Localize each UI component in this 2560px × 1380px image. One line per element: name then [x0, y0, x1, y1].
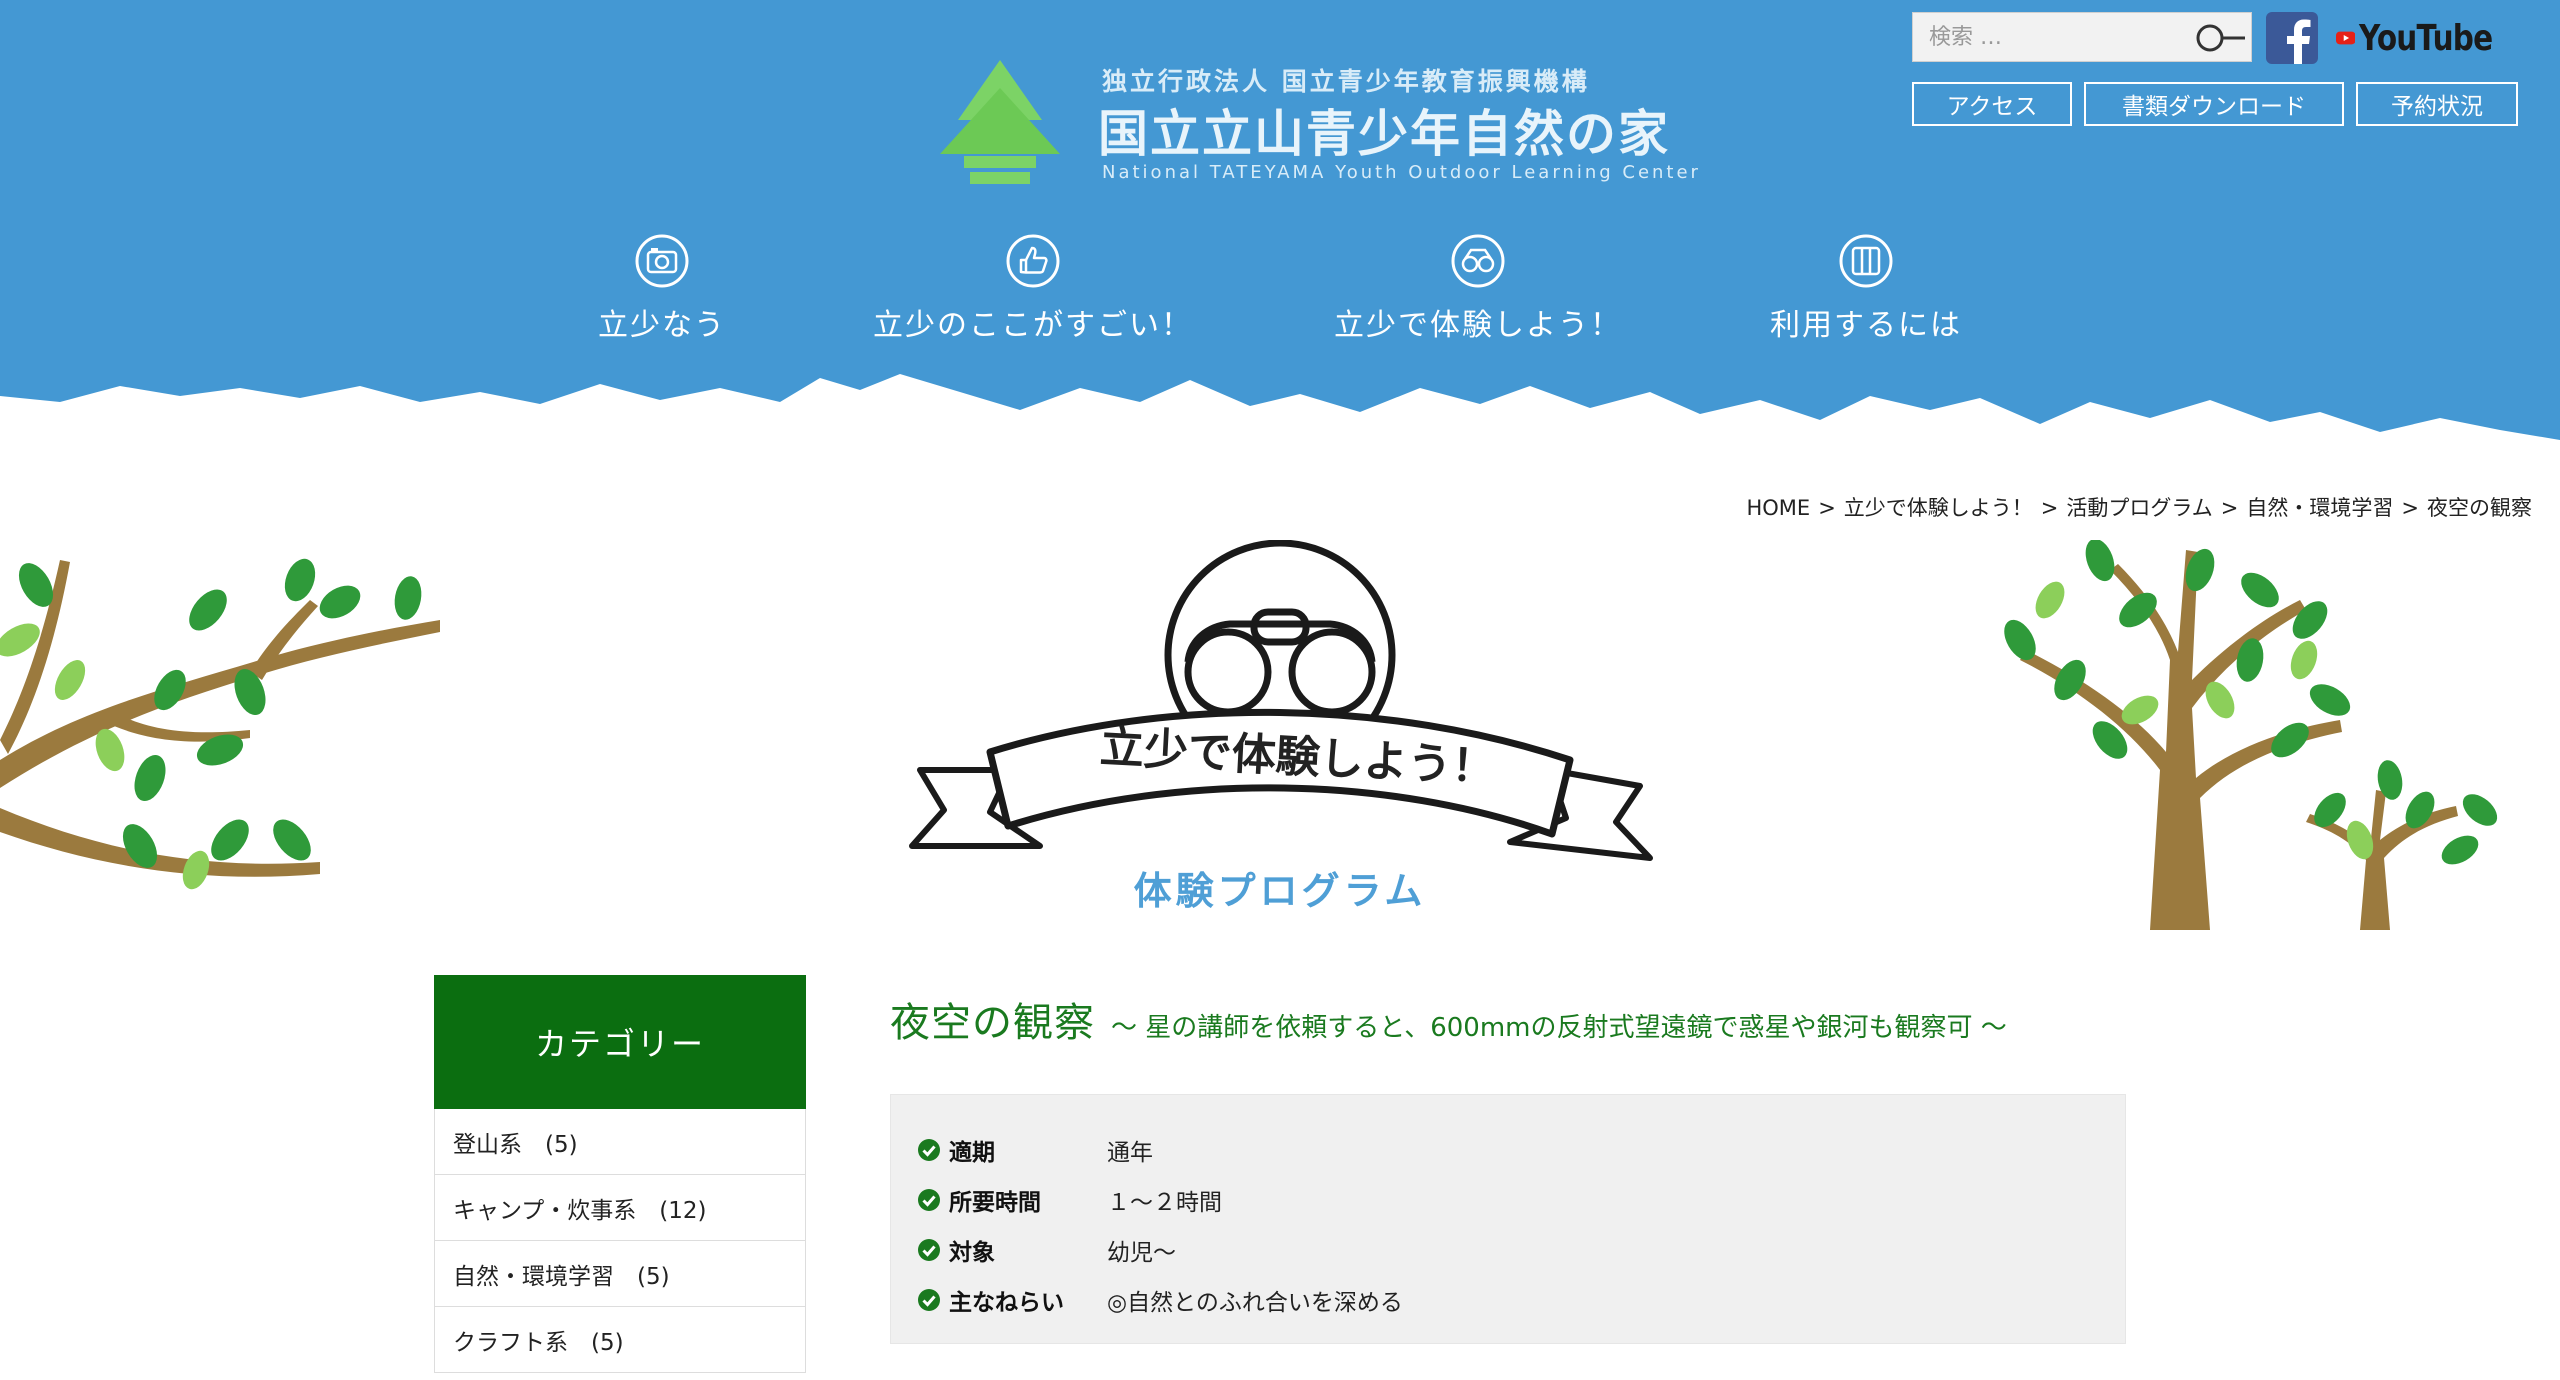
info-row-target: 対象 幼児～ [917, 1225, 2125, 1275]
camera-icon [635, 234, 689, 288]
logo-site-name: 国立立山青少年自然の家 [1098, 105, 1670, 163]
nav-item-experience[interactable]: 立少で体験しよう！ [1332, 234, 1624, 344]
reservation-status-button[interactable]: 予約状況 [2356, 82, 2518, 126]
program-info-box: 適期 通年 所要時間 １～２時間 対象 幼児～ 主なねらい ◎自然とのふれ合いを… [890, 1094, 2126, 1344]
info-value: ◎自然とのふれ合いを深める [1107, 1290, 1403, 1316]
nav-label: 立少で体験しよう！ [1334, 308, 1622, 343]
facebook-icon[interactable] [2266, 12, 2318, 64]
hero-subtitle: 体験プログラム [1133, 869, 1427, 913]
check-circle-icon [918, 1289, 940, 1311]
breadcrumb-activity-program[interactable]: 活動プログラム [2066, 496, 2212, 520]
info-row-aim: 主なねらい ◎自然とのふれ合いを深める [917, 1275, 2125, 1325]
thumbs-up-icon [1006, 234, 1060, 288]
search-box [1912, 12, 2252, 62]
category-item-camping-cooking[interactable]: キャンプ・炊事系 (12) [434, 1175, 806, 1241]
category-item-nature-learning[interactable]: 自然・環境学習 (5) [434, 1241, 806, 1307]
info-label: 対象 [949, 1240, 995, 1266]
category-title: カテゴリー [434, 975, 806, 1109]
category-sidebar: カテゴリー 登山系 (5) キャンプ・炊事系 (12) 自然・環境学習 (5) … [434, 975, 806, 1373]
nav-label: 立少なう [598, 308, 726, 343]
search-icon[interactable] [2191, 19, 2249, 57]
breadcrumb-experience[interactable]: 立少で体験しよう！ [1844, 496, 2033, 520]
access-button[interactable]: アクセス [1912, 82, 2072, 126]
breadcrumb-nature-learning[interactable]: 自然・環境学習 [2246, 496, 2393, 520]
check-circle-icon [918, 1189, 940, 1211]
breadcrumb-current: 夜空の観察 [2427, 496, 2532, 520]
program-title: 夜空の観察 [890, 1000, 1095, 1046]
info-label: 適期 [949, 1140, 995, 1166]
nav-item-great-points[interactable]: 立少のここがすごい！ [873, 234, 1193, 344]
info-icon [1839, 234, 1893, 288]
hero-badge: 立少で体験しよう！ [890, 539, 1670, 870]
info-label: 主なねらい [949, 1290, 1064, 1316]
youtube-label: YouTube [2359, 17, 2493, 59]
search-input[interactable] [1913, 24, 2183, 50]
logo-english-name: National TATEYAMA Youth Outdoor Learning… [1102, 162, 1701, 183]
site-logo[interactable]: 独立行政法人 国立青少年教育振興機構 国立立山青少年自然の家 National … [930, 50, 1698, 200]
breadcrumb-separator: > [2220, 496, 2239, 520]
binoculars-icon [1451, 234, 1505, 288]
nav-item-how-to-use[interactable]: 利用するには [1768, 234, 1964, 344]
breadcrumb-separator: > [2040, 496, 2059, 520]
info-label: 所要時間 [949, 1190, 1041, 1216]
youtube-icon [2336, 31, 2356, 45]
nav-label: 利用するには [1770, 308, 1962, 343]
breadcrumb-home[interactable]: HOME [1746, 496, 1810, 520]
category-item-craft[interactable]: クラフト系 (5) [434, 1307, 806, 1373]
info-value: １～２時間 [1107, 1190, 1222, 1216]
nav-item-now[interactable]: 立少なう [590, 234, 734, 344]
binoculars-badge-illustration [909, 539, 1653, 861]
logo-org-text: 独立行政法人 国立青少年教育振興機構 [1102, 67, 1590, 96]
nav-label: 立少のここがすごい！ [873, 308, 1193, 343]
info-value: 幼児～ [1107, 1240, 1176, 1266]
info-row-duration: 所要時間 １～２時間 [917, 1175, 2125, 1225]
category-item-climbing[interactable]: 登山系 (5) [434, 1109, 806, 1175]
breadcrumb-separator: > [1818, 496, 1836, 520]
check-circle-icon [918, 1139, 940, 1161]
breadcrumb-separator: > [2401, 496, 2419, 520]
info-value: 通年 [1107, 1140, 1153, 1166]
youtube-link[interactable]: YouTube [2336, 14, 2522, 62]
program-subtitle: ～ 星の講師を依頼すると、600mmの反射式望遠鏡で惑星や銀河も観察可 ～ [1111, 1013, 2007, 1043]
breadcrumb: HOME > 立少で体験しよう！ > 活動プログラム > 自然・環境学習 > 夜空の観察 [1744, 492, 2534, 522]
check-circle-icon [918, 1239, 940, 1261]
info-row-season: 適期 通年 [917, 1125, 2125, 1175]
mountain-logo-icon [940, 60, 1060, 184]
program-heading: 夜空の観察 ～ 星の講師を依頼すると、600mmの反射式望遠鏡で惑星や銀河も観察… [890, 990, 2007, 1048]
document-download-button[interactable]: 書類ダウンロード [2084, 82, 2344, 126]
